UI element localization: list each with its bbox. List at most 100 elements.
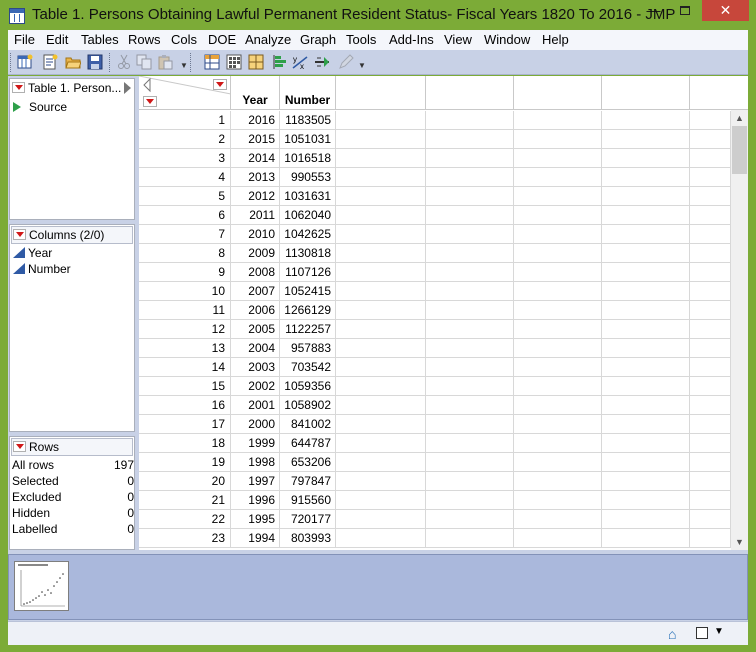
empty-cell[interactable] bbox=[690, 263, 731, 282]
cell-number[interactable]: 644787 bbox=[280, 434, 336, 453]
empty-cell[interactable] bbox=[336, 130, 426, 149]
cell-number[interactable]: 1031631 bbox=[280, 187, 336, 206]
empty-cell[interactable] bbox=[690, 472, 731, 491]
column-header-empty[interactable] bbox=[690, 76, 748, 110]
table-row[interactable]: 16 2001 1058902 bbox=[139, 396, 731, 415]
empty-cell[interactable] bbox=[336, 377, 426, 396]
empty-cell[interactable] bbox=[514, 453, 602, 472]
empty-cell[interactable] bbox=[336, 396, 426, 415]
empty-cell[interactable] bbox=[514, 529, 602, 548]
row-number[interactable]: 11 bbox=[139, 301, 231, 320]
empty-cell[interactable] bbox=[690, 434, 731, 453]
title-bar[interactable]: Table 1. Persons Obtaining Lawful Perman… bbox=[0, 0, 756, 30]
empty-cell[interactable] bbox=[336, 453, 426, 472]
row-number[interactable]: 22 bbox=[139, 510, 231, 529]
cell-number[interactable]: 1052415 bbox=[280, 282, 336, 301]
table-row[interactable]: 11 2006 1266129 bbox=[139, 301, 731, 320]
table-row[interactable]: 23 1994 803993 bbox=[139, 529, 731, 548]
empty-cell[interactable] bbox=[602, 358, 690, 377]
minimize-button[interactable]: — bbox=[640, 0, 667, 21]
row-number[interactable]: 8 bbox=[139, 244, 231, 263]
empty-cell[interactable] bbox=[602, 415, 690, 434]
empty-cell[interactable] bbox=[690, 168, 731, 187]
table-row[interactable]: 4 2013 990553 bbox=[139, 168, 731, 187]
empty-cell[interactable] bbox=[690, 130, 731, 149]
table-row[interactable]: 22 1995 720177 bbox=[139, 510, 731, 529]
empty-cell[interactable] bbox=[426, 225, 514, 244]
empty-cell[interactable] bbox=[514, 377, 602, 396]
menu-doe[interactable]: DOE bbox=[208, 32, 236, 47]
columns-menu-icon[interactable] bbox=[13, 229, 26, 240]
cell-number[interactable]: 1051031 bbox=[280, 130, 336, 149]
empty-cell[interactable] bbox=[690, 320, 731, 339]
empty-cell[interactable] bbox=[602, 111, 690, 130]
row-number[interactable]: 1 bbox=[139, 111, 231, 130]
table-menu-icon[interactable] bbox=[12, 82, 25, 93]
cell-number[interactable]: 797847 bbox=[280, 472, 336, 491]
row-number[interactable]: 9 bbox=[139, 263, 231, 282]
empty-cell[interactable] bbox=[602, 282, 690, 301]
empty-cell[interactable] bbox=[690, 187, 731, 206]
menu-view[interactable]: View bbox=[444, 32, 472, 47]
menu-rows[interactable]: Rows bbox=[128, 32, 161, 47]
empty-cell[interactable] bbox=[426, 358, 514, 377]
row-number[interactable]: 6 bbox=[139, 206, 231, 225]
paste-icon[interactable] bbox=[157, 54, 173, 70]
empty-cell[interactable] bbox=[336, 301, 426, 320]
empty-cell[interactable] bbox=[336, 225, 426, 244]
cell-year[interactable]: 2007 bbox=[231, 282, 280, 301]
empty-cell[interactable] bbox=[426, 244, 514, 263]
home-icon[interactable]: ⌂ bbox=[668, 626, 676, 642]
row-number[interactable]: 7 bbox=[139, 225, 231, 244]
cell-number[interactable]: 990553 bbox=[280, 168, 336, 187]
table-row[interactable]: 19 1998 653206 bbox=[139, 453, 731, 472]
rows-dropdown-icon[interactable] bbox=[143, 96, 157, 107]
row-number[interactable]: 16 bbox=[139, 396, 231, 415]
table-row[interactable]: 15 2002 1059356 bbox=[139, 377, 731, 396]
menu-help[interactable]: Help bbox=[542, 32, 569, 47]
rows-menu-icon[interactable] bbox=[13, 441, 26, 452]
column-header-year[interactable]: Year bbox=[231, 76, 280, 110]
empty-cell[interactable] bbox=[426, 377, 514, 396]
table-row[interactable]: 20 1997 797847 bbox=[139, 472, 731, 491]
empty-cell[interactable] bbox=[690, 225, 731, 244]
empty-cell[interactable] bbox=[690, 111, 731, 130]
cell-number[interactable]: 1058902 bbox=[280, 396, 336, 415]
row-number[interactable]: 3 bbox=[139, 149, 231, 168]
empty-cell[interactable] bbox=[690, 453, 731, 472]
empty-cell[interactable] bbox=[514, 282, 602, 301]
vertical-scrollbar[interactable]: ▲ ▼ bbox=[731, 110, 748, 550]
row-number[interactable]: 18 bbox=[139, 434, 231, 453]
toolbar-grip[interactable] bbox=[10, 53, 12, 72]
empty-cell[interactable] bbox=[514, 320, 602, 339]
column-header-number[interactable]: Number bbox=[280, 76, 336, 110]
menu-window[interactable]: Window bbox=[484, 32, 530, 47]
data-table-icon[interactable] bbox=[204, 54, 220, 70]
grid-corner[interactable] bbox=[139, 76, 231, 110]
row-number[interactable]: 20 bbox=[139, 472, 231, 491]
cell-year[interactable]: 2011 bbox=[231, 206, 280, 225]
scroll-thumb[interactable] bbox=[732, 126, 747, 174]
cell-number[interactable]: 803993 bbox=[280, 529, 336, 548]
data-grid-icon[interactable] bbox=[226, 54, 242, 70]
empty-cell[interactable] bbox=[514, 491, 602, 510]
menu-edit[interactable]: Edit bbox=[46, 32, 68, 47]
empty-cell[interactable] bbox=[336, 510, 426, 529]
cell-number[interactable]: 653206 bbox=[280, 453, 336, 472]
empty-cell[interactable] bbox=[336, 168, 426, 187]
run-script-icon[interactable] bbox=[13, 102, 21, 112]
empty-cell[interactable] bbox=[336, 415, 426, 434]
empty-cell[interactable] bbox=[336, 434, 426, 453]
empty-cell[interactable] bbox=[336, 263, 426, 282]
empty-cell[interactable] bbox=[336, 358, 426, 377]
empty-cell[interactable] bbox=[602, 301, 690, 320]
table-row[interactable]: 6 2011 1062040 bbox=[139, 206, 731, 225]
empty-cell[interactable] bbox=[690, 415, 731, 434]
table-row[interactable]: 12 2005 1122257 bbox=[139, 320, 731, 339]
empty-cell[interactable] bbox=[426, 301, 514, 320]
scroll-up-icon[interactable]: ▲ bbox=[731, 110, 748, 126]
toolbar-overflow-icon[interactable]: ▼ bbox=[180, 61, 188, 70]
cell-year[interactable]: 2001 bbox=[231, 396, 280, 415]
cell-year[interactable]: 2003 bbox=[231, 358, 280, 377]
cell-year[interactable]: 2008 bbox=[231, 263, 280, 282]
